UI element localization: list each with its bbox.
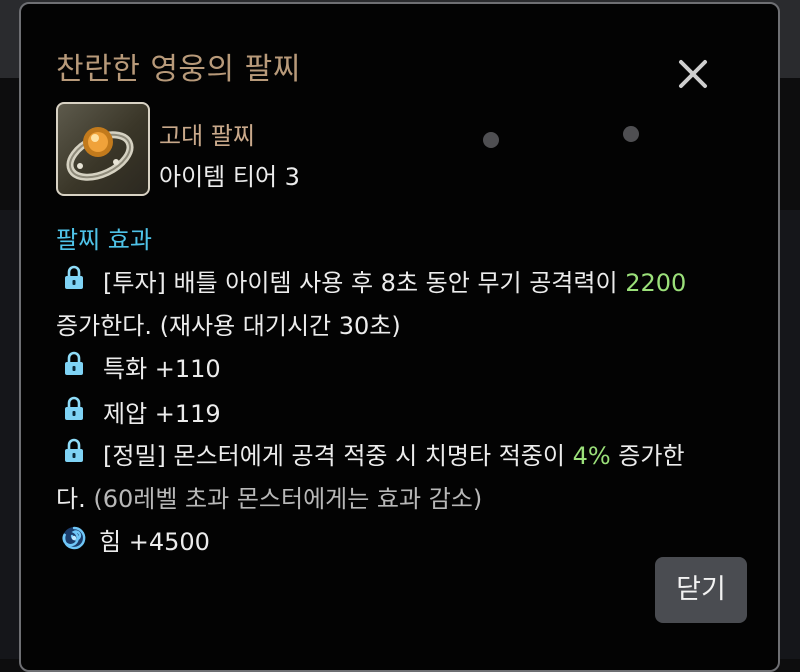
- item-grade: 고대 팔찌: [159, 122, 255, 150]
- item-name: 찬란한 영웅의 팔찌: [56, 52, 301, 87]
- effect-investment: [투자] 배틀 아이템 사용 후 8초 동안 무기 공격력이 2200: [103, 263, 686, 298]
- lock-icon: [63, 351, 85, 377]
- swirl-icon: [61, 524, 87, 552]
- lock-icon: [63, 438, 85, 464]
- effect-investment-continuation: 증가한다. (재사용 대기시간 30초): [56, 312, 401, 340]
- effect-precision-continuation-start: 다.: [56, 485, 86, 513]
- effect-precision: [정밀] 몬스터에게 공격 적중 시 치명타 적중이 4% 증가한: [103, 436, 685, 471]
- effect-precision-continuation: 다. (60레벨 초과 몬스터에게는 효과 감소): [56, 479, 482, 514]
- effect-investment-text: [투자] 배틀 아이템 사용 후 8초 동안 무기 공격력이: [103, 269, 626, 297]
- effect-investment-value: 2200: [625, 269, 687, 297]
- decorative-dot: [483, 132, 499, 148]
- effect-precision-text: [정밀] 몬스터에게 공격 적중 시 치명타 적중이: [103, 442, 573, 470]
- item-tooltip-dialog: 찬란한 영웅의 팔찌 고대 팔찌 아이템 티어 3 팔찌 효과 [투자] 배틀: [19, 2, 780, 672]
- effect-domination: 제압 +119: [103, 400, 221, 428]
- lock-icon: [63, 396, 85, 422]
- close-button[interactable]: 닫기: [655, 557, 747, 623]
- item-tier: 아이템 티어 3: [159, 163, 300, 191]
- decorative-dot: [623, 126, 639, 142]
- lock-icon: [63, 265, 85, 291]
- effect-precision-note: (60레벨 초과 몬스터에게는 효과 감소): [85, 485, 483, 513]
- section-title-bracelet-effects: 팔찌 효과: [56, 226, 152, 254]
- effect-precision-value: 4%: [572, 442, 611, 470]
- effect-precision-suffix: 증가한: [610, 442, 685, 470]
- effect-strength: 힘 +4500: [99, 528, 210, 556]
- close-icon[interactable]: [673, 54, 713, 94]
- bracelet-item-icon: [56, 102, 150, 196]
- effect-specialization: 특화 +110: [103, 355, 221, 383]
